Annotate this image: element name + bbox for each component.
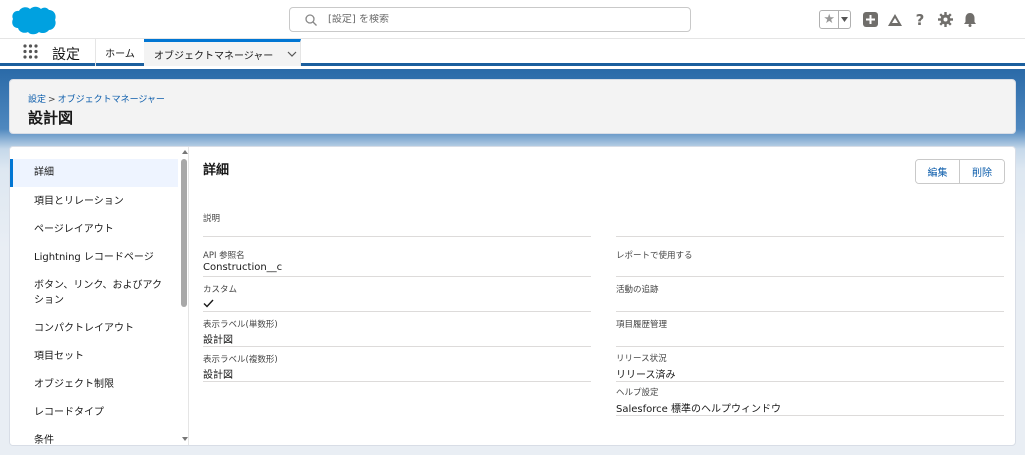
action-button-group: 編集 削除: [915, 159, 1005, 184]
bell-icon[interactable]: [962, 12, 978, 28]
breadcrumb: 設定 > オブジェクトマネージャー: [28, 92, 165, 105]
trailhead-icon[interactable]: [887, 12, 903, 28]
sidebar-item-page-layouts[interactable]: ページレイアウト: [10, 222, 178, 237]
sidebar-item-lightning-record-pages[interactable]: Lightning レコードページ: [10, 250, 178, 265]
breadcrumb-separator: >: [48, 95, 56, 105]
field-label: 活動の追跡: [616, 285, 659, 295]
page-title: 設計図: [28, 109, 74, 127]
tab-home[interactable]: ホーム: [96, 39, 144, 66]
chevron-down-icon: [841, 17, 849, 22]
field-label: リリース状況: [616, 354, 667, 364]
edit-button[interactable]: 編集: [916, 160, 960, 183]
field-value: Construction__c: [203, 262, 283, 273]
field-label-plural: 表示ラベル(複数形) 設計図: [203, 348, 591, 382]
salesforce-cloud-logo[interactable]: [11, 5, 57, 35]
field-label: カスタム: [203, 285, 238, 295]
sidebar-item-compact-layouts[interactable]: コンパクトレイアウト: [10, 321, 178, 336]
field-history-tracking: 項目履歴管理: [616, 313, 1004, 347]
field-allow-reports: レポートで使用する: [616, 244, 1004, 277]
app-launcher-icon[interactable]: [23, 44, 38, 59]
field-value: 設計図: [203, 370, 233, 381]
details-panel: 詳細 編集 削除 説明 API 参照名 Construction__c カスタム…: [188, 147, 1015, 445]
field-label: 説明: [203, 214, 221, 224]
favorites-button[interactable]: ★: [819, 10, 851, 29]
add-icon[interactable]: [862, 12, 878, 28]
field-empty-top: [616, 207, 1004, 237]
sidebar-item-conditions[interactable]: 条件: [10, 433, 178, 445]
field-value: リリース済み: [616, 370, 676, 381]
field-label: API 参照名: [203, 251, 245, 261]
checkmark-icon: [203, 299, 214, 308]
page-header: 設定 > オブジェクトマネージャー 設計図: [9, 79, 1016, 134]
tab-object-manager[interactable]: オブジェクトマネージャー: [144, 39, 301, 66]
field-label: 項目履歴管理: [616, 320, 668, 330]
help-icon[interactable]: ?: [912, 11, 928, 29]
field-api-name: API 参照名 Construction__c: [203, 244, 591, 277]
field-deployment-status: リリース状況 リリース済み: [616, 348, 1004, 382]
field-label-singular: 表示ラベル(単数形) 設計図: [203, 313, 591, 347]
gear-icon[interactable]: [937, 12, 953, 28]
field-label: 表示ラベル(単数形): [203, 320, 278, 330]
field-description: 説明: [203, 207, 591, 237]
app-navigation: 設定 ホーム オブジェクトマネージャー: [0, 39, 1025, 66]
search-icon: [305, 13, 317, 26]
global-search[interactable]: [289, 7, 691, 32]
scroll-thumb[interactable]: [181, 159, 187, 307]
app-name: 設定: [52, 47, 80, 63]
field-label: レポートで使用する: [616, 251, 693, 261]
field-label: 表示ラベル(複数形): [203, 355, 278, 365]
sidebar-item-record-types[interactable]: レコードタイプ: [10, 405, 178, 420]
field-custom: カスタム: [203, 278, 591, 312]
global-header: ★ ?: [0, 0, 1025, 39]
sidebar-item-field-sets[interactable]: 項目セット: [10, 349, 178, 364]
field-track-activities: 活動の追跡: [616, 278, 1004, 312]
sidebar-item-details[interactable]: 詳細: [10, 159, 178, 187]
tab-object-manager-label: オブジェクトマネージャー: [154, 50, 274, 62]
details-title: 詳細: [203, 163, 230, 178]
field-label: ヘルプ設定: [616, 388, 659, 398]
favorites-star-icon[interactable]: ★: [820, 11, 838, 28]
search-input[interactable]: [328, 14, 628, 25]
sidebar-item-fields-relationships[interactable]: 項目とリレーション: [10, 194, 178, 209]
field-value: 設計図: [203, 335, 233, 346]
sidebar-item-object-limits[interactable]: オブジェクト制限: [10, 377, 178, 392]
chevron-down-icon[interactable]: [287, 49, 297, 59]
sidebar-item-buttons-links-actions[interactable]: ボタン、リンク、およびアクション: [10, 278, 170, 308]
object-sidebar: 詳細 項目とリレーション ページレイアウト Lightning レコードページ …: [10, 147, 188, 445]
field-help-settings: ヘルプ設定 Salesforce 標準のヘルプウィンドウ: [616, 383, 1004, 416]
delete-button[interactable]: 削除: [960, 160, 1004, 183]
breadcrumb-object-manager-link[interactable]: オブジェクトマネージャー: [58, 95, 165, 105]
breadcrumb-setup-link[interactable]: 設定: [28, 95, 46, 105]
favorites-menu-button[interactable]: [838, 11, 850, 28]
field-value: Salesforce 標準のヘルプウィンドウ: [616, 404, 781, 415]
object-detail-card: 詳細 項目とリレーション ページレイアウト Lightning レコードページ …: [9, 146, 1016, 446]
